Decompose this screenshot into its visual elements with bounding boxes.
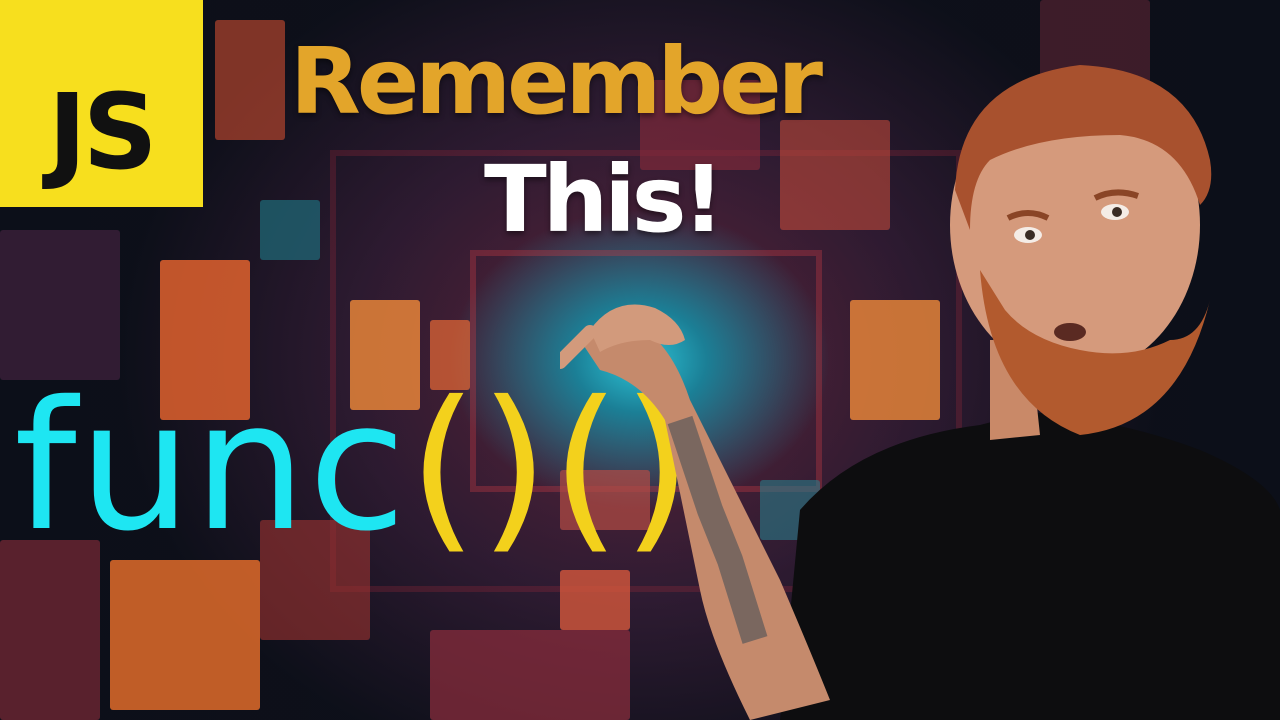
- thumbnail: JS Remember This! func()(): [0, 0, 1280, 720]
- bg-tile: [215, 20, 285, 140]
- bg-tile: [110, 560, 260, 710]
- js-logo: JS: [0, 0, 203, 207]
- function-name: func: [14, 363, 409, 570]
- js-logo-text: JS: [48, 71, 158, 193]
- left-pupil: [1025, 230, 1035, 240]
- mouth: [1054, 323, 1086, 341]
- shirt: [780, 412, 1280, 720]
- bg-tile: [260, 200, 320, 260]
- right-pupil: [1112, 207, 1122, 217]
- bg-tile: [0, 230, 120, 380]
- presenter-photo: [560, 65, 1280, 720]
